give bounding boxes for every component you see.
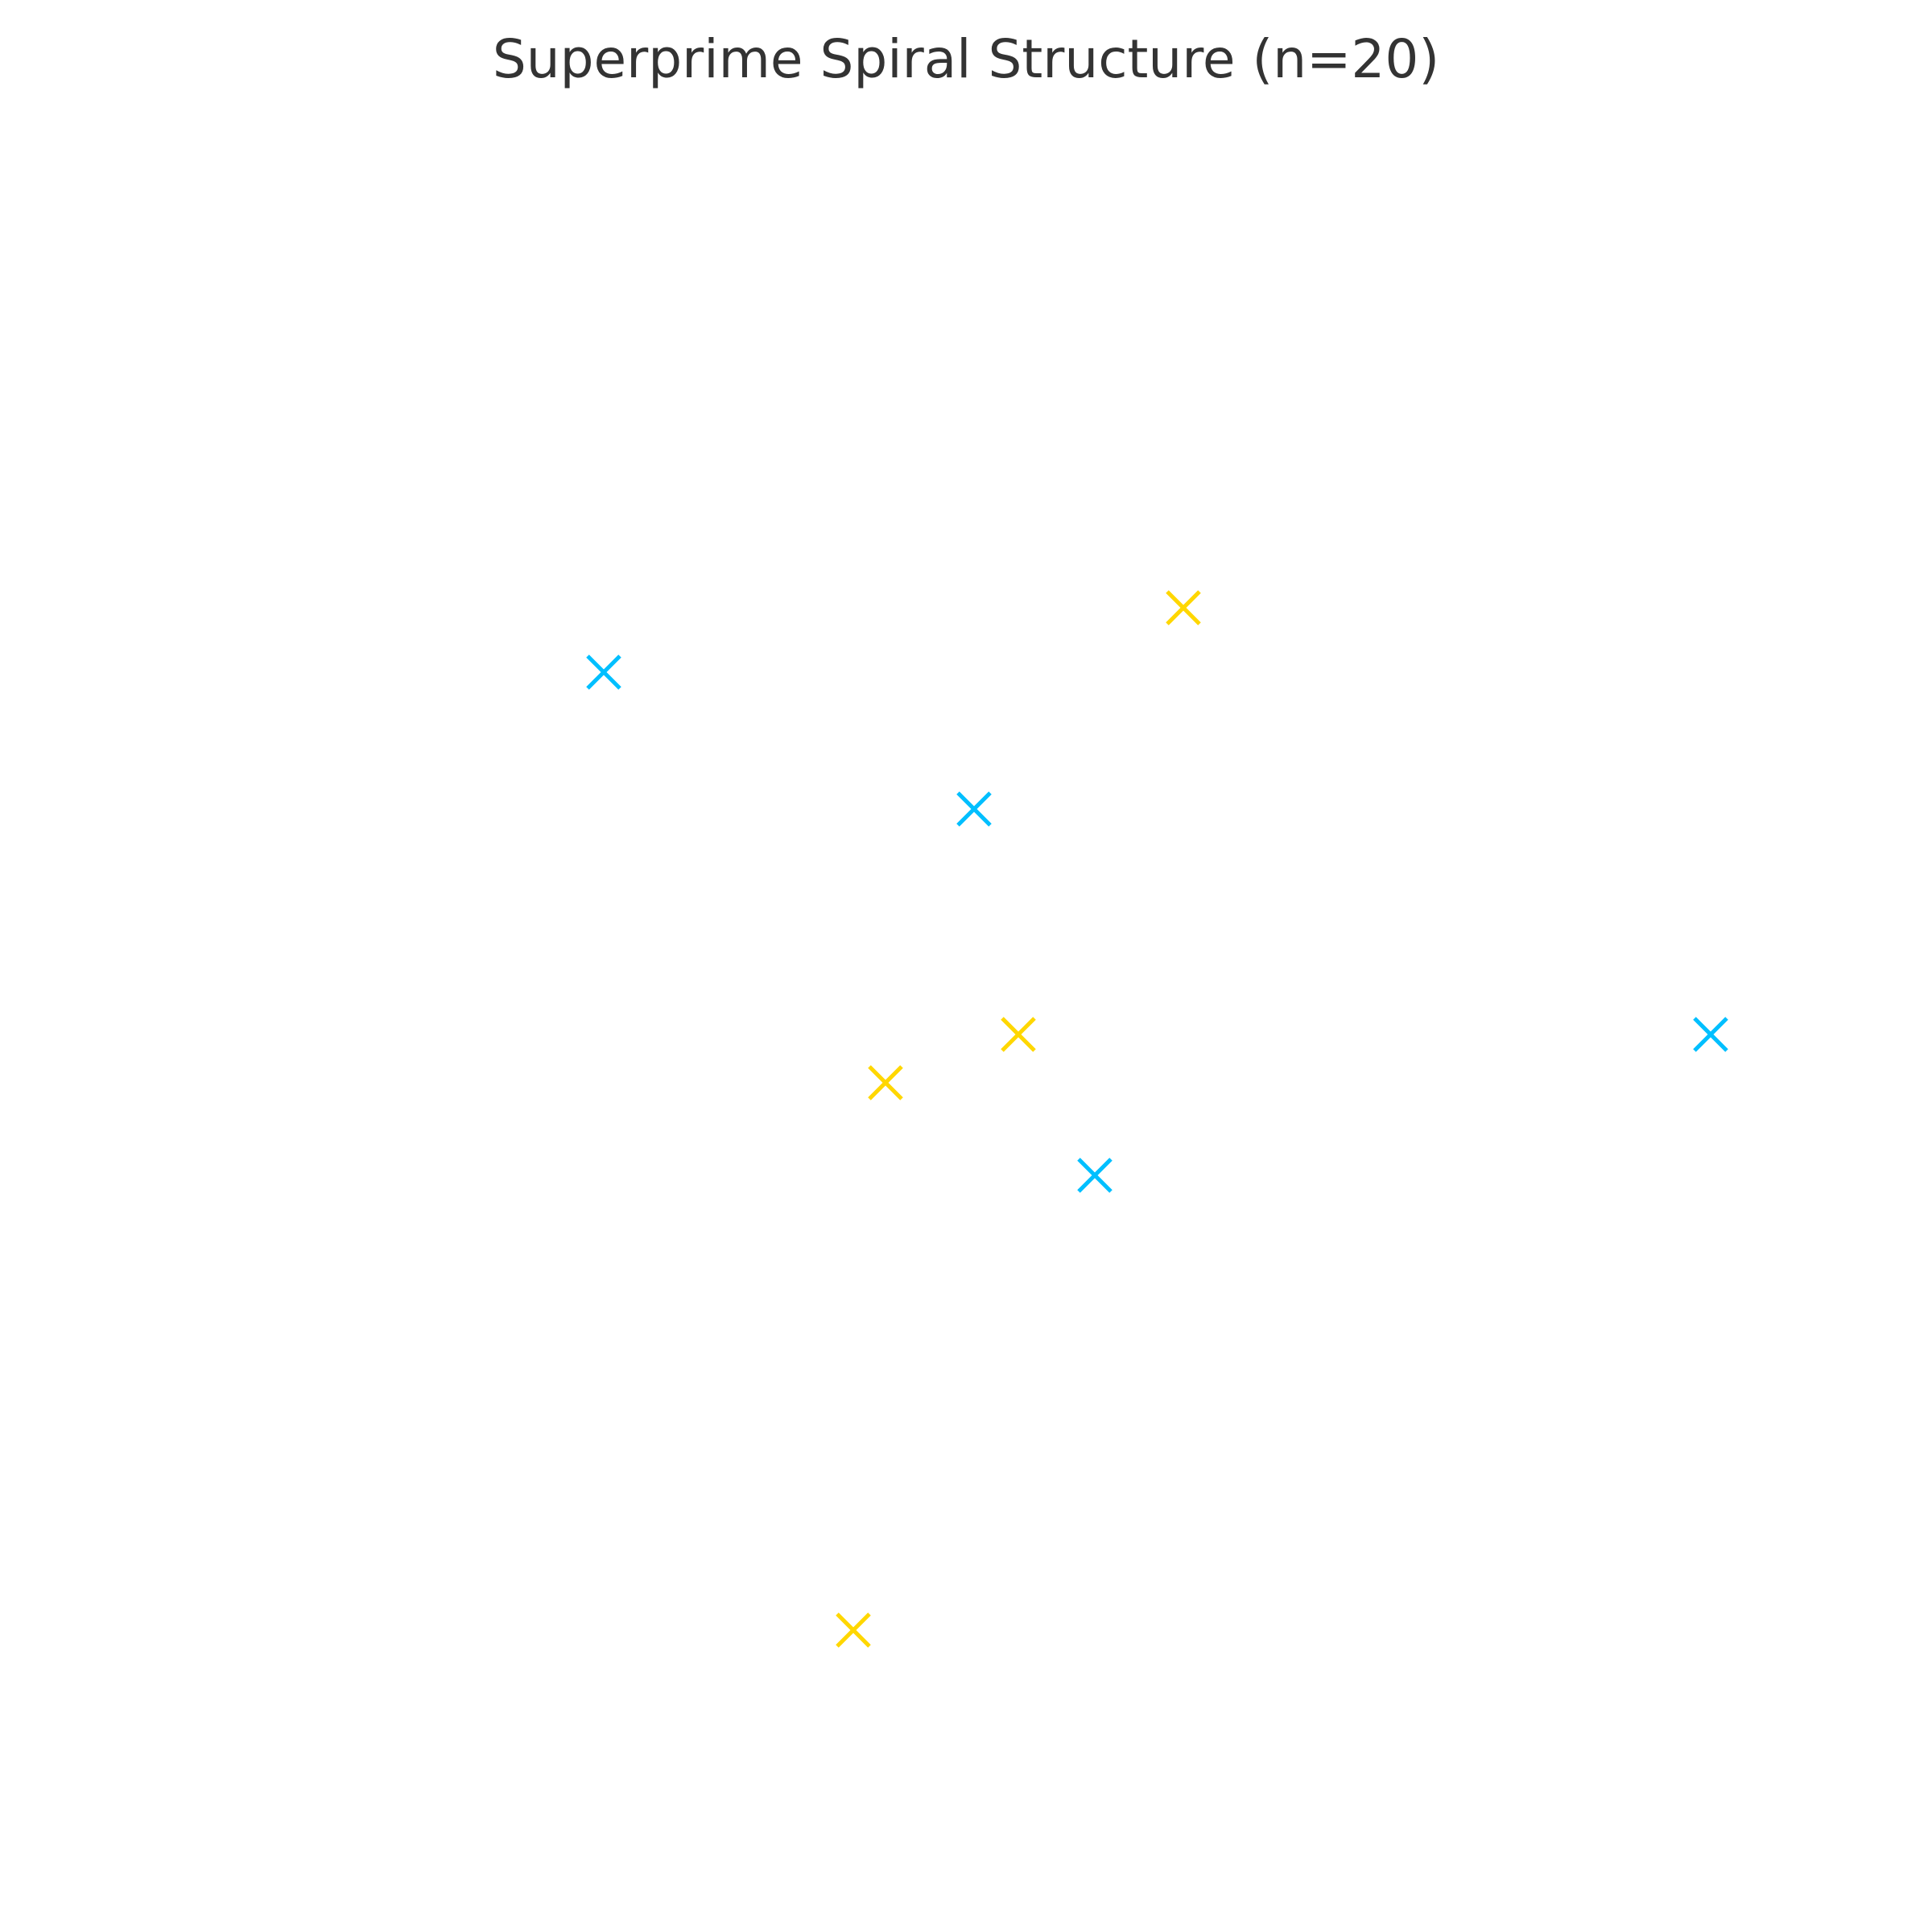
data-point-series1-1 bbox=[1001, 1017, 1036, 1052]
marker-layer bbox=[586, 590, 1728, 1648]
scatter-plot bbox=[586, 590, 1728, 1648]
data-point-series0-1 bbox=[956, 791, 992, 827]
data-point-series1-0 bbox=[1166, 590, 1201, 625]
data-point-series0-2 bbox=[1077, 1158, 1113, 1193]
data-point-series0-0 bbox=[586, 654, 621, 690]
data-point-series1-3 bbox=[836, 1612, 871, 1648]
data-point-series1-2 bbox=[868, 1065, 903, 1100]
data-point-series0-3 bbox=[1693, 1017, 1728, 1052]
